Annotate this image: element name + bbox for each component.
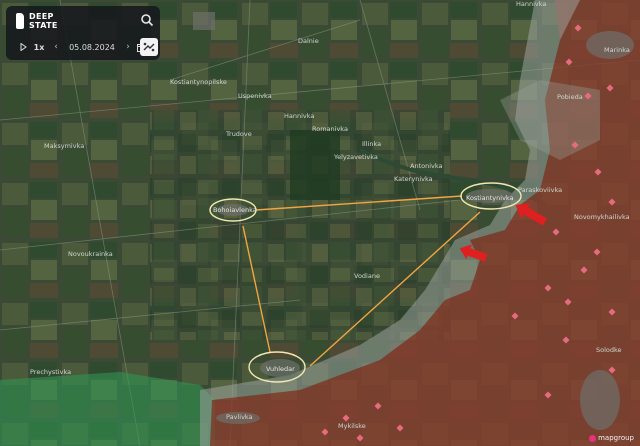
brand-line-2: STATE — [29, 21, 58, 30]
search-icon — [141, 14, 154, 27]
label-uspenivka: Uspenivka — [238, 92, 272, 100]
label-pobieda: Pobieda — [557, 93, 583, 101]
brand-name: DEEP STATE — [29, 12, 58, 30]
map-view[interactable]: Dalnie Kostiantynopilske Uspenivka Hanni… — [0, 0, 640, 446]
label-vuhledar: Vuhledar — [266, 365, 295, 373]
label-hannivka: Hannivka — [284, 112, 314, 120]
label-vodiane: Vodiane — [354, 272, 380, 280]
label-kostiantynivka: Kostiantynivka — [466, 194, 514, 202]
label-trudove: Trudove — [225, 130, 252, 138]
chevron-left-icon: ‹ — [54, 42, 58, 52]
layers-icon — [143, 42, 155, 52]
label-maksymivka: Maksymivka — [44, 142, 84, 150]
label-marinka: Marinka — [604, 46, 630, 54]
current-date[interactable]: 05.08.2024 — [62, 43, 122, 52]
label-solodke: Solodke — [596, 346, 622, 354]
chevron-right-icon: › — [126, 42, 130, 52]
watermark-text: mapgroup — [598, 434, 634, 442]
label-novoukrainka: Novoukrainka — [68, 250, 113, 258]
deepstate-logo-icon — [16, 13, 24, 29]
mapgroup-logo-icon — [589, 434, 597, 442]
brand[interactable]: DEEP STATE — [16, 12, 58, 30]
label-illinka: Illinka — [362, 140, 381, 148]
layers-button[interactable] — [140, 38, 158, 56]
label-antonivka: Antonivka — [410, 162, 443, 170]
label-paraskoviivka: Paraskoviivka — [518, 186, 562, 194]
label-kostiantynopilske: Kostiantynopilske — [170, 78, 227, 86]
label-prechystivka: Prechystivka — [30, 368, 71, 376]
label-pavlivka: Pavlivka — [226, 413, 253, 421]
label-katerynivka: Katerynivka — [394, 175, 433, 183]
previous-date-button[interactable]: ‹ — [50, 42, 62, 52]
label-yelyzavetivka: Yelyzavetivka — [333, 153, 378, 161]
play-icon — [20, 43, 27, 51]
play-button[interactable] — [18, 43, 28, 51]
liberated-zone — [0, 372, 215, 446]
label-dalnie: Dalnie — [298, 37, 319, 45]
brand-line-1: DEEP — [29, 12, 54, 21]
search-button[interactable] — [140, 12, 154, 27]
label-novomykhailivka: Novomykhailivka — [574, 213, 630, 221]
next-date-button[interactable]: › — [122, 42, 134, 52]
speed-toggle[interactable]: 1x — [28, 43, 50, 52]
label-bohoiavlenka: Bohoiavlenka — [213, 206, 257, 214]
forest-patch — [290, 130, 340, 200]
map-control-panel: DEEP STATE 1x ‹ 05.08.2024 › — [6, 6, 160, 60]
label-mykilske: Mykilske — [338, 422, 366, 430]
label-romanivka: Romanivka — [312, 125, 348, 133]
map-watermark: mapgroup — [589, 434, 634, 442]
label-hannivka-top: Hannivka — [516, 0, 546, 8]
satellite-map[interactable]: Dalnie Kostiantynopilske Uspenivka Hanni… — [0, 0, 640, 446]
timeline-controls: 1x ‹ 05.08.2024 › — [18, 40, 148, 54]
